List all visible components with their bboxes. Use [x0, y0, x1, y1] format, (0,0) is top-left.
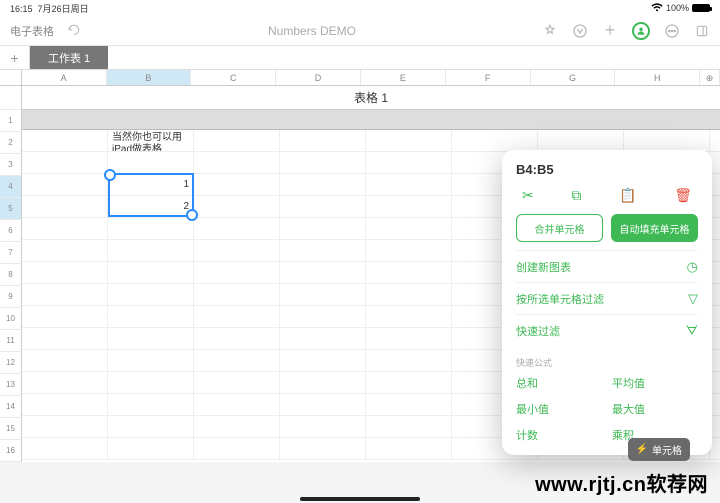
col-h[interactable]: H	[615, 70, 700, 85]
cell-popover: B4:B5 ✂ ⧉ 📋 🗑 合并单元格 自动填充单元格 创建新图表◷ 按所选单元…	[502, 150, 712, 455]
cut-icon[interactable]: ✂	[522, 187, 534, 204]
filter-sel-row[interactable]: 按所选单元格过滤▽	[516, 282, 698, 314]
row-4[interactable]: 4	[0, 176, 22, 198]
selection-ref: B4:B5	[516, 162, 698, 177]
add-sheet-button[interactable]: +	[0, 46, 30, 69]
collab-icon[interactable]	[632, 22, 650, 40]
row-13[interactable]: 13	[0, 374, 22, 396]
avg-button[interactable]: 平均值	[612, 375, 698, 391]
back-button[interactable]: 电子表格	[10, 23, 54, 39]
table-title[interactable]: 表格 1	[22, 86, 720, 110]
status-time: 16:15	[10, 4, 33, 14]
autofill-button[interactable]: 自动填充单元格	[611, 214, 698, 242]
new-chart-row[interactable]: 创建新图表◷	[516, 250, 698, 282]
row-14[interactable]: 14	[0, 396, 22, 418]
row-11[interactable]: 11	[0, 330, 22, 352]
cell-b2[interactable]: 当然你也可以用 iPad做表格	[108, 130, 194, 151]
col-g[interactable]: G	[531, 70, 616, 85]
row-10[interactable]: 10	[0, 308, 22, 330]
cell-pill[interactable]: ⚡单元格	[628, 438, 690, 461]
status-date: 7月26日周日	[38, 4, 89, 14]
quick-filter-row[interactable]: 快速过滤ᗊ	[516, 314, 698, 346]
delete-icon[interactable]: 🗑	[674, 187, 692, 204]
highlight-icon[interactable]	[542, 23, 558, 39]
doc-title: Numbers DEMO	[82, 24, 542, 38]
col-c[interactable]: C	[191, 70, 276, 85]
col-e[interactable]: E	[361, 70, 446, 85]
tab-sheet1[interactable]: 工作表 1	[30, 46, 108, 69]
more-icon[interactable]	[664, 23, 680, 39]
row-15[interactable]: 15	[0, 418, 22, 440]
col-b[interactable]: B	[107, 70, 192, 85]
clock-icon: ◷	[687, 259, 698, 275]
row-5[interactable]: 5	[0, 198, 22, 220]
row-9[interactable]: 9	[0, 286, 22, 308]
min-button[interactable]: 最小值	[516, 401, 602, 417]
row-6[interactable]: 6	[0, 220, 22, 242]
quick-formula-label: 快速公式	[516, 356, 698, 369]
row-1[interactable]: 1	[0, 110, 22, 132]
row-16[interactable]: 16	[0, 440, 22, 462]
col-d[interactable]: D	[276, 70, 361, 85]
count-button[interactable]: 计数	[516, 427, 602, 443]
add-icon[interactable]: +	[602, 23, 618, 39]
copy-icon[interactable]: ⧉	[571, 187, 581, 204]
undo-icon[interactable]	[66, 23, 82, 39]
filter-icon: ▽	[688, 291, 698, 307]
sum-button[interactable]: 总和	[516, 375, 602, 391]
fn-icon[interactable]: ⊕	[700, 70, 720, 85]
wifi-icon	[651, 3, 663, 14]
row-3[interactable]: 3	[0, 154, 22, 176]
max-button[interactable]: 最大值	[612, 401, 698, 417]
row-7[interactable]: 7	[0, 242, 22, 264]
quick-filter-icon: ᗊ	[686, 323, 698, 339]
row-2[interactable]: 2	[0, 132, 22, 154]
row-12[interactable]: 12	[0, 352, 22, 374]
format-icon[interactable]	[572, 23, 588, 39]
col-a[interactable]: A	[22, 70, 107, 85]
battery-pct: 100%	[666, 3, 689, 13]
col-f[interactable]: F	[446, 70, 531, 85]
table-header-row[interactable]	[22, 110, 720, 130]
cell-b4[interactable]: 1	[108, 174, 194, 195]
bolt-icon: ⚡	[636, 444, 648, 455]
watermark: www.rjtj.cn软荐网	[535, 468, 708, 497]
home-indicator	[300, 497, 420, 501]
row-8[interactable]: 8	[0, 264, 22, 286]
paste-icon[interactable]: 📋	[619, 187, 636, 204]
panel-icon[interactable]	[694, 23, 710, 39]
cell-b5[interactable]: 2	[108, 196, 194, 217]
battery-icon	[692, 4, 710, 12]
merge-button[interactable]: 合并单元格	[516, 214, 603, 242]
